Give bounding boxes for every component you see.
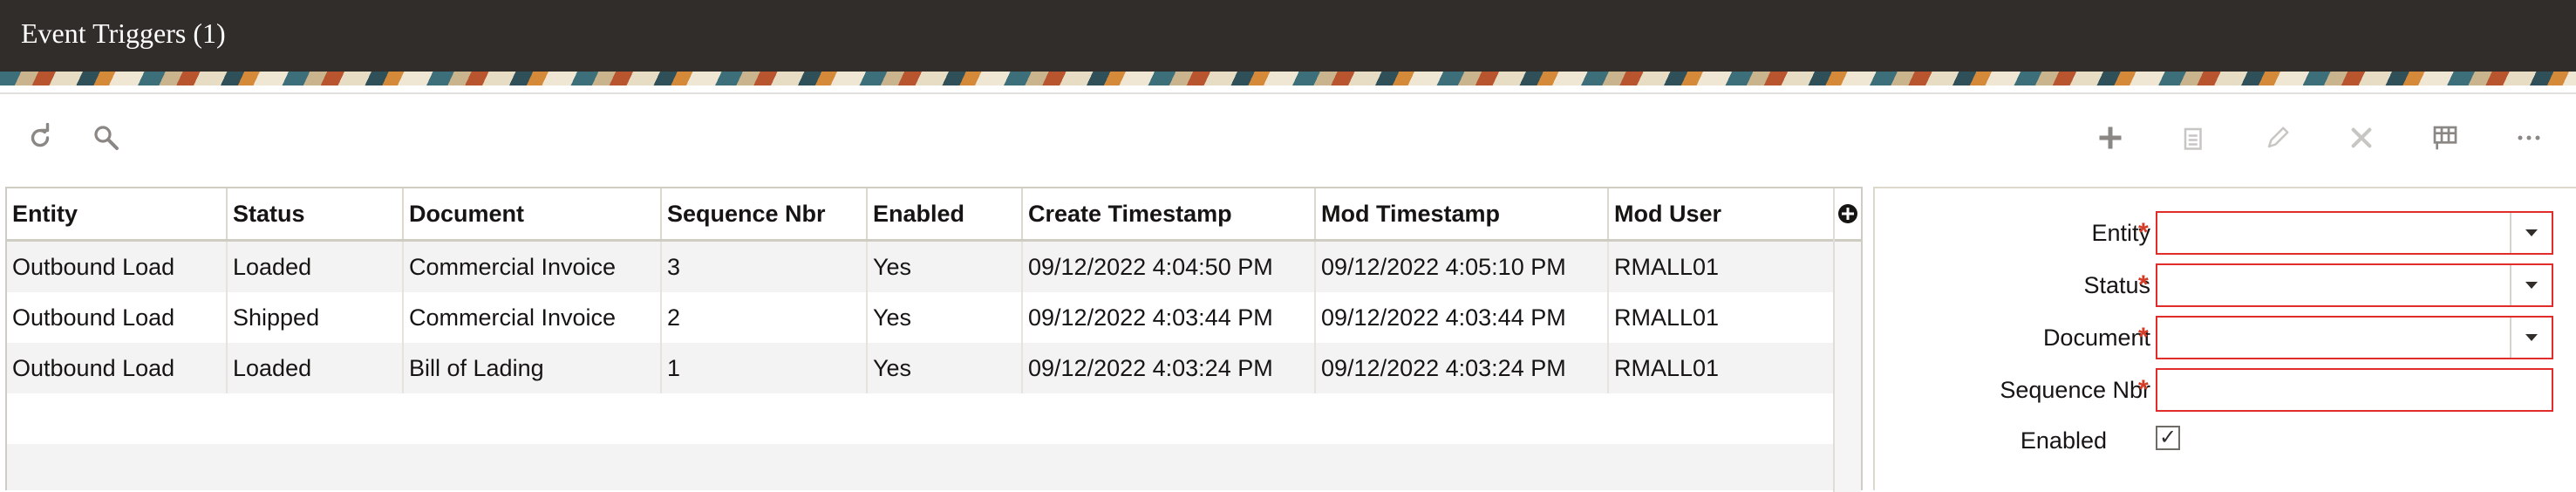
decorative-banner <box>0 72 2576 85</box>
cell-mod-user: RMALL01 <box>1608 240 1837 292</box>
cell-create-timestamp: 09/12/2022 4:03:44 PM <box>1022 292 1316 343</box>
cell-enabled: Yes <box>867 292 1023 343</box>
table-row[interactable]: Outbound Load Shipped Commercial Invoice… <box>7 292 1837 343</box>
entity-select[interactable] <box>2156 211 2553 255</box>
sequence-nbr-input[interactable] <box>2156 368 2553 412</box>
table-row[interactable]: Outbound Load Loaded Commercial Invoice … <box>7 240 1837 292</box>
cell-sequence-nbr: 3 <box>661 240 868 292</box>
required-indicator: * <box>2138 323 2149 352</box>
enabled-checkbox[interactable]: ✓ <box>2156 426 2180 450</box>
column-header-sequence-nbr[interactable]: Sequence Nbr <box>661 188 868 242</box>
cell-sequence-nbr: 1 <box>661 343 868 393</box>
cell-status: Loaded <box>227 240 404 292</box>
cell-entity: Outbound Load <box>7 343 228 393</box>
page-title: Event Triggers (1) <box>21 17 226 49</box>
document-row: Document * <box>1875 316 2576 361</box>
cell-mod-user: RMALL01 <box>1608 292 1837 343</box>
check-icon: ✓ <box>2158 426 2177 449</box>
cell-mod-timestamp: 09/12/2022 4:05:10 PM <box>1315 240 1609 292</box>
required-indicator: * <box>2138 270 2149 299</box>
cell-enabled: Yes <box>867 240 1023 292</box>
delete-icon[interactable] <box>2346 122 2377 154</box>
data-table: Entity Status Document Sequence Nbr Enab… <box>7 188 1837 444</box>
cell-create-timestamp: 09/12/2022 4:04:50 PM <box>1022 240 1316 292</box>
table-header-row: Entity Status Document Sequence Nbr Enab… <box>7 188 1837 242</box>
cell-sequence-nbr: 2 <box>661 292 868 343</box>
plus-circle-icon[interactable] <box>1835 188 1861 242</box>
column-header-mod-user[interactable]: Mod User <box>1608 188 1837 242</box>
column-header-status[interactable]: Status <box>227 188 404 242</box>
add-icon[interactable] <box>2095 122 2126 154</box>
cell-entity: Outbound Load <box>7 292 228 343</box>
chevron-down-icon[interactable] <box>2510 318 2552 358</box>
required-indicator: * <box>2138 375 2149 404</box>
cell-create-timestamp: 09/12/2022 4:03:24 PM <box>1022 343 1316 393</box>
empty-row <box>7 393 1837 444</box>
column-header-mod-timestamp[interactable]: Mod Timestamp <box>1315 188 1609 242</box>
event-triggers-grid: Entity Status Document Sequence Nbr Enab… <box>5 187 1863 492</box>
cell-enabled: Yes <box>867 343 1023 393</box>
column-header-entity[interactable]: Entity <box>7 188 228 242</box>
refresh-icon[interactable] <box>24 122 56 154</box>
required-indicator: * <box>2138 218 2149 247</box>
more-icon[interactable] <box>2513 122 2545 154</box>
cell-status: Loaded <box>227 343 404 393</box>
document-select[interactable] <box>2156 316 2553 359</box>
status-select[interactable] <box>2156 263 2553 307</box>
column-header-enabled[interactable]: Enabled <box>867 188 1023 242</box>
status-row: Status * <box>1875 263 2576 309</box>
sequence-nbr-label: Sequence Nbr <box>2000 377 2150 403</box>
divider <box>0 92 2576 94</box>
detail-form: Entity * Status * Document * Sequence Nb… <box>1873 187 2576 490</box>
cell-mod-user: RMALL01 <box>1608 343 1837 393</box>
document-label: Document <box>2042 325 2150 351</box>
chevron-down-icon[interactable] <box>2510 265 2552 305</box>
cell-entity: Outbound Load <box>7 240 228 292</box>
copy-icon[interactable] <box>2178 122 2210 154</box>
cell-mod-timestamp: 09/12/2022 4:03:24 PM <box>1315 343 1609 393</box>
edit-icon[interactable] <box>2262 122 2293 154</box>
chevron-down-icon[interactable] <box>2510 213 2552 253</box>
cell-status: Shipped <box>227 292 404 343</box>
enabled-row: Enabled ✓ <box>1875 419 2576 464</box>
sequence-nbr-row: Sequence Nbr * <box>1875 368 2576 413</box>
table-row[interactable]: Outbound Load Loaded Bill of Lading 1 Ye… <box>7 343 1837 393</box>
vertical-scrollbar[interactable] <box>1833 188 1861 492</box>
entity-row: Entity * <box>1875 211 2576 256</box>
cell-document: Commercial Invoice <box>403 292 662 343</box>
cell-mod-timestamp: 09/12/2022 4:03:44 PM <box>1315 292 1609 343</box>
column-header-document[interactable]: Document <box>403 188 662 242</box>
app-header: Event Triggers (1) <box>0 0 2576 72</box>
grid-settings-icon[interactable] <box>2429 122 2461 154</box>
search-icon[interactable] <box>91 122 122 154</box>
cell-document: Commercial Invoice <box>403 240 662 292</box>
column-header-create-timestamp[interactable]: Create Timestamp <box>1022 188 1316 242</box>
enabled-label: Enabled <box>2020 427 2107 454</box>
cell-document: Bill of Lading <box>403 343 662 393</box>
